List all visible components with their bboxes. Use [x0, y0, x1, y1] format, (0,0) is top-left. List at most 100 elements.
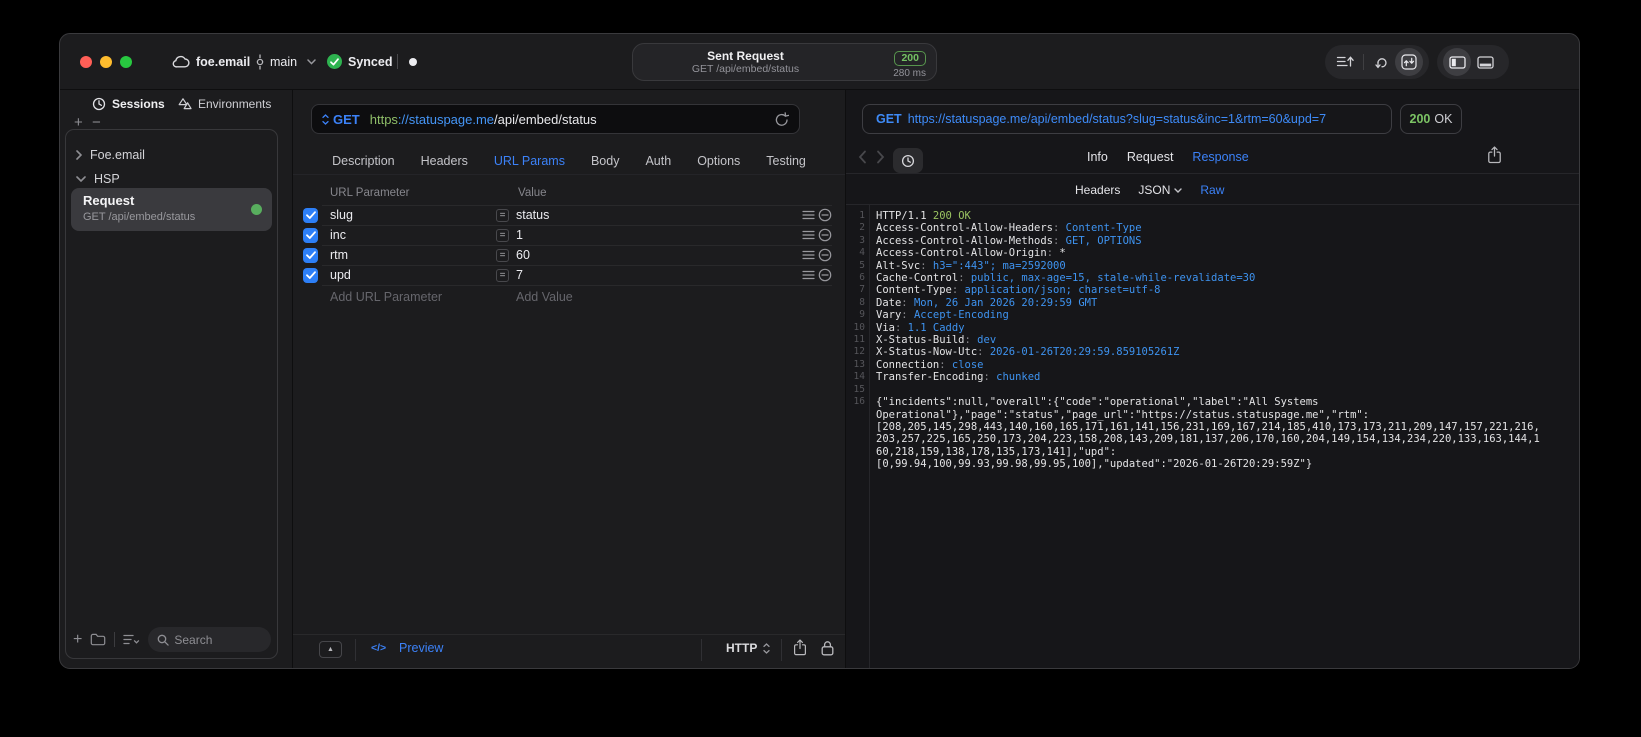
tab-options[interactable]: Options: [697, 154, 740, 168]
environments-icon: [178, 97, 192, 111]
response-method: GET: [876, 112, 902, 126]
history-back-button[interactable]: [858, 150, 867, 164]
toggle-sidebar-button[interactable]: [1443, 48, 1471, 76]
param-enabled-checkbox[interactable]: [303, 247, 318, 263]
close-button[interactable]: [80, 56, 92, 68]
remove-param-button[interactable]: [818, 268, 832, 282]
remove-session-button[interactable]: −: [92, 115, 101, 130]
param-name[interactable]: slug: [330, 208, 353, 222]
line-text: Transfer-Encoding: chunked: [876, 371, 1041, 384]
column-header-param: URL Parameter: [330, 187, 410, 199]
drag-handle-icon[interactable]: [802, 250, 815, 260]
response-body-divider: [846, 204, 1579, 205]
code-line: 10 Via: 1.1 Caddy: [846, 322, 1577, 334]
param-name[interactable]: upd: [330, 268, 351, 282]
drag-handle-icon[interactable]: [802, 210, 815, 220]
branch-name: main: [270, 54, 298, 69]
tab-auth[interactable]: Auth: [645, 154, 671, 168]
response-url-box[interactable]: GET https://statuspage.me/api/embed/stat…: [862, 104, 1392, 134]
lock-icon[interactable]: [821, 640, 834, 656]
remove-param-button[interactable]: [818, 228, 832, 242]
param-value[interactable]: 60: [516, 248, 530, 262]
remove-param-button[interactable]: [818, 208, 832, 222]
clock-icon: [92, 97, 106, 111]
status-code-badge: 200: [894, 51, 926, 66]
drag-handle-icon[interactable]: [802, 230, 815, 240]
response-url: https://statuspage.me/api/embed/status?s…: [907, 112, 1327, 126]
tab-sessions[interactable]: Sessions: [92, 97, 165, 111]
line-number: 16: [853, 396, 865, 408]
code-line: 14 Transfer-Encoding: chunked: [846, 371, 1577, 383]
line-text: Via: 1.1 Caddy: [876, 321, 965, 334]
view-tab-raw[interactable]: Raw: [1200, 183, 1224, 197]
toggle-bottom-panel-button[interactable]: [1471, 48, 1499, 76]
line-number: 3: [859, 234, 865, 246]
preview-button[interactable]: Preview: [399, 641, 443, 655]
search-input[interactable]: [174, 632, 255, 647]
param-enabled-checkbox[interactable]: [303, 267, 318, 283]
view-tab-json[interactable]: JSON: [1138, 183, 1183, 197]
line-number: 2: [859, 222, 865, 234]
chevron-down-icon: [1174, 187, 1183, 193]
param-name[interactable]: rtm: [330, 248, 348, 262]
tab-info[interactable]: Info: [1087, 150, 1108, 164]
add-param-placeholder[interactable]: Add URL Parameter: [330, 290, 442, 304]
import-export-button[interactable]: [1331, 48, 1359, 76]
share-icon[interactable]: [793, 639, 807, 656]
param-value[interactable]: status: [516, 208, 549, 222]
search-field[interactable]: [148, 627, 271, 652]
line-number: 12: [853, 346, 865, 358]
remove-param-button[interactable]: [818, 248, 832, 262]
request-chain-button[interactable]: [1368, 48, 1396, 76]
sync-status[interactable]: Synced: [327, 34, 392, 89]
sort-filter-button[interactable]: [123, 634, 140, 645]
tab-environments[interactable]: Environments: [178, 97, 271, 111]
line-number: 13: [853, 358, 865, 370]
param-name[interactable]: inc: [330, 228, 346, 242]
toolbar-group-layout: [1437, 45, 1509, 79]
tab-response[interactable]: Response: [1192, 150, 1248, 164]
resend-button[interactable]: [775, 111, 789, 127]
param-value[interactable]: 7: [516, 268, 523, 282]
search-icon: [157, 634, 170, 646]
send-request-button[interactable]: [1395, 48, 1423, 76]
protocol-selector[interactable]: HTTP: [726, 641, 757, 655]
drag-handle-icon[interactable]: [802, 270, 815, 280]
new-folder-button[interactable]: [90, 633, 106, 646]
tab-headers[interactable]: Headers: [421, 154, 468, 168]
tree-item-hsp[interactable]: HSP: [76, 172, 120, 186]
add-request-button[interactable]: +: [73, 631, 82, 648]
line-text: Vary: Accept-Encoding: [876, 309, 1009, 322]
export-response-button[interactable]: [1487, 146, 1502, 164]
collapse-editor-button[interactable]: ▲: [319, 641, 342, 658]
method-stepper-icon[interactable]: [322, 113, 329, 125]
add-session-button[interactable]: +: [74, 115, 83, 130]
line-number: [846, 433, 865, 445]
tree-item-foe-email[interactable]: Foe.email: [76, 148, 145, 162]
add-value-placeholder[interactable]: Add Value: [516, 290, 573, 304]
line-text: Access-Control-Allow-Origin: *: [876, 247, 1066, 260]
branch-switcher[interactable]: main: [256, 34, 316, 89]
tab-testing[interactable]: Testing: [766, 154, 806, 168]
history-forward-button[interactable]: [876, 150, 885, 164]
request-summary-subtitle: GET /api/embed/status: [691, 63, 800, 75]
param-value[interactable]: 1: [516, 228, 523, 242]
tab-body[interactable]: Body: [591, 154, 620, 168]
view-tab-headers[interactable]: Headers: [1075, 183, 1120, 197]
param-enabled-checkbox[interactable]: [303, 227, 318, 243]
minimize-button[interactable]: [100, 56, 112, 68]
project-switcher[interactable]: foe.email: [172, 34, 250, 89]
zoom-button[interactable]: [120, 56, 132, 68]
history-button[interactable]: [893, 148, 923, 173]
request-url-bar[interactable]: GET https://statuspage.me/api/embed/stat…: [311, 104, 800, 134]
tab-request[interactable]: Request: [1127, 150, 1174, 164]
tab-description[interactable]: Description: [332, 154, 395, 168]
request-list-item-selected[interactable]: Request GET /api/embed/status: [71, 188, 272, 231]
line-number: [846, 458, 865, 470]
response-body[interactable]: 1 HTTP/1.1 200 OK 2 Access-Control-Allow-He…: [846, 210, 1577, 471]
request-item-subtitle: GET /api/embed/status: [83, 211, 196, 223]
request-summary-pill[interactable]: Sent Request GET /api/embed/status 200 2…: [632, 43, 937, 81]
param-enabled-checkbox[interactable]: [303, 207, 318, 223]
tab-url-params[interactable]: URL Params: [494, 154, 565, 168]
line-number: [846, 421, 865, 433]
